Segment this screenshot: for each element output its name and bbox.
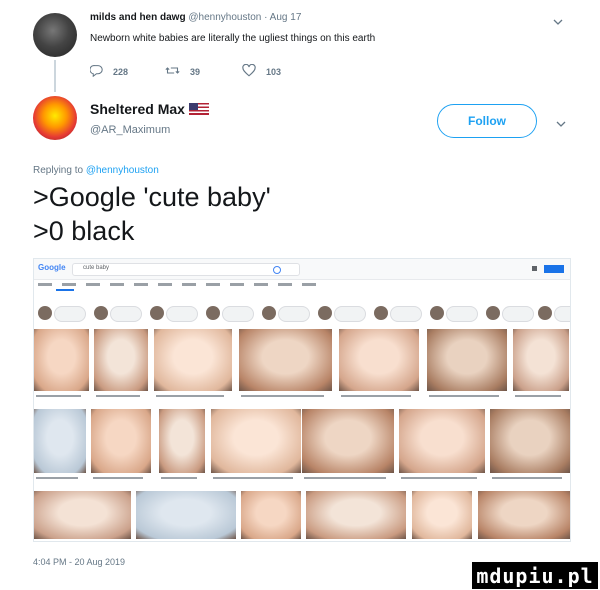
tweet-timestamp: 4:04 PM - 20 Aug 2019	[33, 557, 126, 567]
reply-text-line2: >0 black	[33, 216, 135, 246]
replying-to-handle[interactable]: @hennyhouston	[86, 165, 159, 176]
original-tweet-actions: 228 39 103	[89, 63, 310, 79]
search-icon	[273, 266, 281, 274]
attached-image[interactable]: Google cute baby	[33, 258, 571, 542]
like-count: 103	[266, 66, 282, 77]
image-results-grid	[34, 329, 570, 541]
chevron-down-icon[interactable]	[556, 116, 566, 127]
sign-in-button	[544, 265, 564, 273]
replying-to: Replying to @hennyhouston	[33, 165, 159, 176]
image-result-thumbnail	[91, 409, 151, 473]
image-result-thumbnail	[154, 329, 232, 391]
image-result-thumbnail	[427, 329, 507, 391]
related-search-chip	[166, 306, 198, 322]
original-tweet-text: Newborn white babies are literally the u…	[90, 33, 376, 44]
original-tweet-header: milds and hen dawg @hennyhouston · Aug 1…	[90, 12, 301, 23]
reply-text-line1: >Google 'cute baby'	[33, 182, 271, 212]
image-result-caption	[36, 395, 81, 397]
avatar-reply[interactable]	[33, 96, 77, 140]
chip-thumbnail	[430, 306, 444, 320]
image-result-caption	[515, 395, 561, 397]
chip-thumbnail	[374, 306, 388, 320]
image-result-caption	[341, 395, 411, 397]
image-result-caption	[93, 477, 143, 479]
image-result-thumbnail	[34, 491, 131, 539]
thread-line	[54, 60, 56, 92]
image-result-caption	[213, 477, 293, 479]
image-result-caption	[96, 395, 140, 397]
image-result-thumbnail	[412, 491, 472, 539]
related-search-chip	[390, 306, 422, 322]
chevron-down-icon[interactable]	[553, 14, 563, 25]
reply-handle[interactable]: @AR_Maximum	[90, 124, 170, 136]
tab-underline	[56, 289, 74, 291]
google-logo: Google	[38, 263, 66, 272]
original-handle[interactable]: @hennyhouston	[188, 12, 261, 23]
image-result-thumbnail	[159, 409, 205, 473]
image-result-thumbnail	[241, 491, 301, 539]
google-tabs	[38, 283, 318, 286]
related-search-chip	[54, 306, 86, 322]
google-search-bar: Google cute baby	[34, 259, 570, 280]
related-search-chip	[334, 306, 366, 322]
avatar-original[interactable]	[33, 13, 77, 57]
reply-action[interactable]: 228	[89, 64, 129, 79]
search-query: cute baby	[83, 265, 110, 271]
image-result-thumbnail	[478, 491, 570, 539]
retweet-icon	[165, 64, 180, 79]
image-result-thumbnail	[34, 329, 89, 391]
image-result-caption	[161, 477, 197, 479]
replying-to-label: Replying to	[33, 165, 84, 176]
retweet-count: 39	[190, 66, 201, 77]
image-result-thumbnail	[136, 491, 236, 539]
chip-thumbnail	[150, 306, 164, 320]
related-search-chip	[278, 306, 310, 322]
image-result-caption	[304, 477, 386, 479]
original-date[interactable]: · Aug 17	[264, 12, 301, 23]
image-result-caption	[241, 395, 324, 397]
image-result-caption	[36, 477, 78, 479]
like-icon	[242, 63, 256, 79]
retweet-action[interactable]: 39	[165, 64, 200, 79]
image-result-thumbnail	[399, 409, 485, 473]
image-result-caption	[492, 477, 562, 479]
image-result-thumbnail	[302, 409, 394, 473]
image-result-thumbnail	[513, 329, 569, 391]
reply-icon	[89, 64, 103, 79]
image-result-thumbnail	[490, 409, 570, 473]
image-result-thumbnail	[211, 409, 301, 473]
chip-thumbnail	[538, 306, 552, 320]
chip-thumbnail	[486, 306, 500, 320]
chip-thumbnail	[262, 306, 276, 320]
image-result-caption	[156, 395, 224, 397]
reply-count: 228	[113, 66, 129, 77]
related-search-chips	[34, 303, 570, 323]
related-search-chip	[554, 306, 570, 322]
image-result-thumbnail	[34, 409, 86, 473]
chip-thumbnail	[318, 306, 332, 320]
original-display-name[interactable]: milds and hen dawg	[90, 12, 186, 23]
related-search-chip	[110, 306, 142, 322]
chip-thumbnail	[94, 306, 108, 320]
watermark-logo: mdupiu.pl	[472, 562, 598, 589]
image-result-thumbnail	[306, 491, 406, 539]
apps-grid-icon	[532, 266, 537, 271]
reply-display-name[interactable]: Sheltered Max	[90, 101, 185, 117]
flag-icon	[189, 103, 210, 115]
image-result-thumbnail	[239, 329, 332, 391]
image-result-thumbnail	[339, 329, 419, 391]
related-search-chip	[222, 306, 254, 322]
related-search-chip	[502, 306, 534, 322]
chip-thumbnail	[206, 306, 220, 320]
reply-name-row: Sheltered Max	[90, 101, 210, 119]
like-action[interactable]: 103	[242, 63, 282, 79]
search-field: cute baby	[72, 263, 300, 276]
image-result-caption	[429, 395, 499, 397]
follow-button[interactable]: Follow	[437, 104, 537, 138]
image-result-caption	[401, 477, 477, 479]
chip-thumbnail	[38, 306, 52, 320]
related-search-chip	[446, 306, 478, 322]
image-result-thumbnail	[94, 329, 148, 391]
